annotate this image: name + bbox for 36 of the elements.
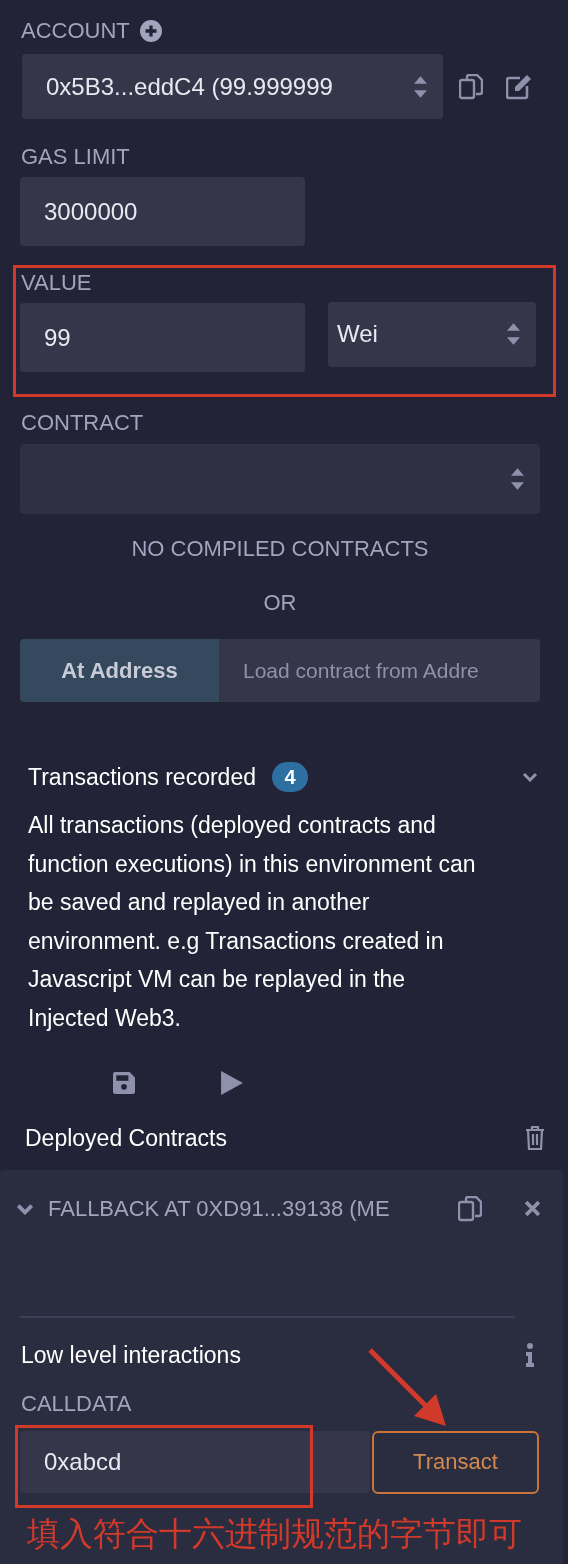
no-contracts-message: NO COMPILED CONTRACTS (130, 536, 430, 562)
value-field[interactable]: 99 (20, 303, 305, 372)
transactions-title: Transactions recorded (28, 763, 256, 791)
or-separator: OR (262, 590, 298, 616)
contract-label: CONTRACT (21, 410, 145, 436)
select-arrows-icon (511, 468, 524, 490)
deployed-contracts-title: Deployed Contracts (25, 1124, 227, 1152)
low-level-title: Low level interactions (21, 1341, 241, 1369)
select-arrows-icon (507, 323, 520, 345)
edit-icon[interactable] (506, 73, 532, 100)
calldata-field[interactable]: 0xabcd (20, 1430, 370, 1493)
calldata-label: CALLDATA (21, 1390, 133, 1417)
close-icon[interactable] (524, 1200, 541, 1218)
account-label: ACCOUNT (21, 18, 130, 44)
save-icon[interactable] (113, 1071, 135, 1094)
transact-button[interactable]: Transact (372, 1430, 539, 1494)
add-icon[interactable] (139, 20, 162, 42)
select-arrows-icon (414, 75, 427, 98)
address-field[interactable]: Load contract from Addre (219, 639, 540, 702)
play-icon[interactable] (221, 1070, 243, 1095)
gas-limit-field[interactable]: 3000000 (20, 177, 305, 246)
count-badge: 4 (272, 762, 308, 792)
value-label: VALUE (21, 270, 93, 296)
transactions-description: All transactions (deployed contracts and function executions) in this environment can be saved and replayed in another environment. e.g Transactions created in Javascript VM can be replayed in the Injected Web3. (28, 811, 477, 1033)
chevron-icon[interactable] (16, 1202, 34, 1215)
trash-icon[interactable] (525, 1126, 545, 1151)
info-icon[interactable] (525, 1343, 535, 1368)
at-address-button[interactable]: At Address (20, 639, 219, 702)
unit-select[interactable]: Wei (328, 301, 536, 367)
copy-icon[interactable] (459, 73, 483, 100)
gas-limit-label: GAS LIMIT (21, 144, 131, 170)
account-select[interactable]: 0x5B3...eddC4 (99.999999 (22, 54, 443, 119)
copy-icon[interactable] (458, 1195, 482, 1222)
contract-instance-title[interactable]: FALLBACK AT 0XD91...39138 (ME (48, 1195, 430, 1222)
annotation-note: 填入符合十六进制规范的字节即可 (27, 1515, 523, 1552)
chevron-icon[interactable] (522, 772, 538, 782)
